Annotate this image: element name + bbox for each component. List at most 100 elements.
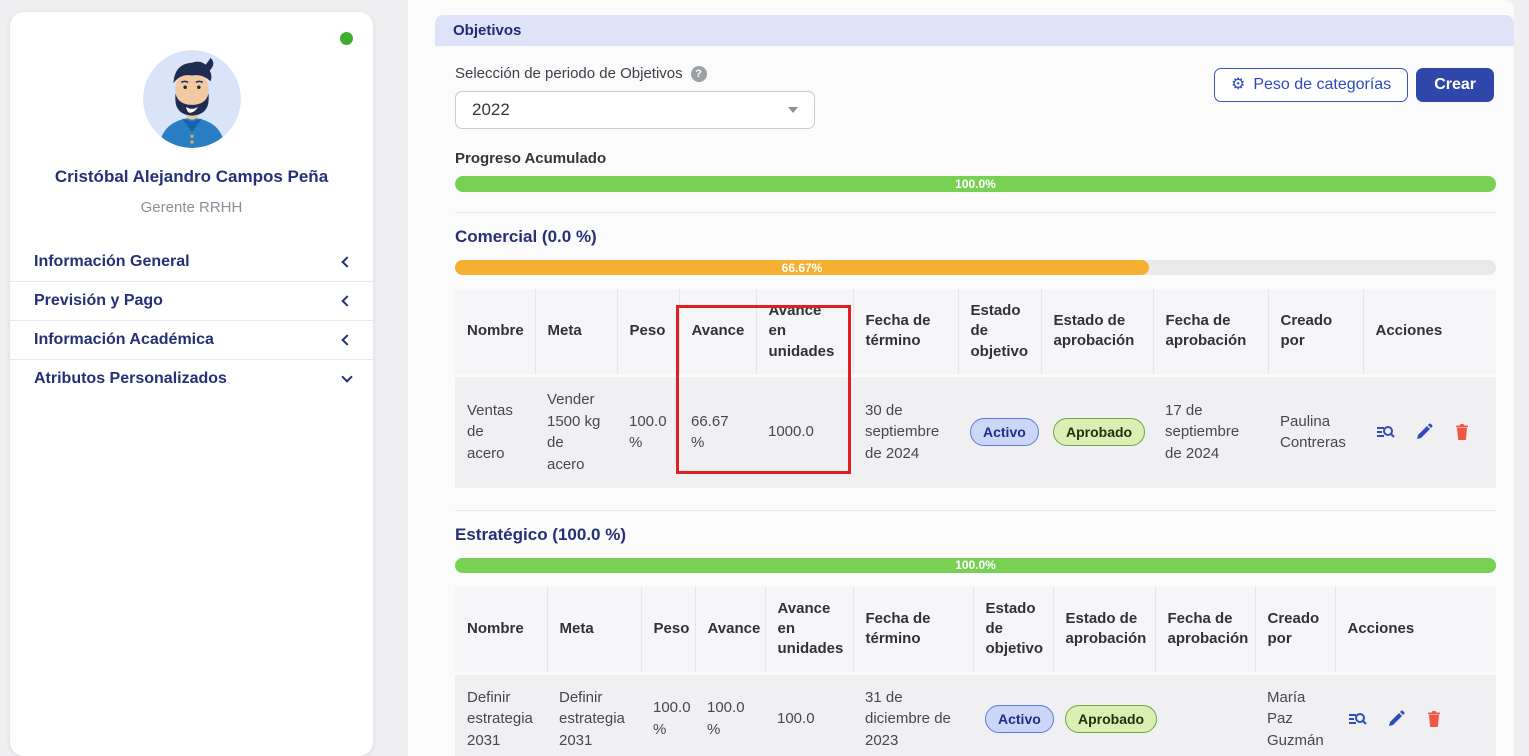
period-select[interactable]: 2022	[455, 91, 815, 129]
gear-icon: ⚙	[1231, 77, 1245, 93]
comercial-objectives-table: Nombre Meta Peso Avance Avance en unidad…	[455, 289, 1496, 488]
table-row: Definir estrategia 2031 Definir estrateg…	[455, 673, 1496, 756]
column-header: Avance en unidades	[756, 289, 853, 375]
column-header: Acciones	[1363, 289, 1496, 375]
cell-peso: 100.0 %	[641, 673, 695, 756]
column-header: Peso	[641, 587, 695, 673]
table-header-row: Nombre Meta Peso Avance Avance en unidad…	[455, 587, 1496, 673]
sidebar-item-label: Previsión y Pago	[34, 292, 163, 310]
sidebar-item-label: Información General	[34, 253, 190, 271]
section-title-comercial: Comercial (0.0 %)	[455, 227, 1496, 247]
create-button[interactable]: Crear	[1416, 68, 1494, 102]
column-header: Estado de objetivo	[958, 289, 1041, 375]
sidebar-item-atributos-personalizados[interactable]: Atributos Personalizados	[10, 359, 373, 398]
column-header: Estado de aprobación	[1041, 289, 1153, 375]
accumulated-progress-bar: 100.0%	[455, 176, 1496, 192]
cell-acciones	[1335, 673, 1496, 756]
period-select-value: 2022	[472, 100, 510, 120]
cell-estado-aprobacion: Aprobado	[1053, 673, 1155, 756]
chevron-left-icon	[341, 256, 352, 267]
chevron-left-icon	[341, 335, 352, 346]
accumulated-progress-fill: 100.0%	[455, 176, 1496, 192]
cell-creado-por: Paulina Contreras	[1268, 375, 1363, 488]
estrategico-objectives-table: Nombre Meta Peso Avance Avance en unidad…	[455, 587, 1496, 756]
cell-fecha-aprobacion: 17 de septiembre de 2024	[1153, 375, 1268, 488]
profile-sidebar: Cristóbal Alejandro Campos Peña Gerente …	[10, 12, 373, 756]
cell-estado-objetivo: Activo	[958, 375, 1041, 488]
column-header: Fecha de término	[853, 289, 958, 375]
cell-creado-por: María Paz Guzmán	[1255, 673, 1335, 756]
sidebar-item-prevision-y-pago[interactable]: Previsión y Pago	[10, 281, 373, 320]
column-header: Fecha de término	[853, 587, 973, 673]
sidebar-item-informacion-academica[interactable]: Información Académica	[10, 320, 373, 359]
column-header: Nombre	[455, 289, 535, 375]
avatar-illustration	[143, 50, 241, 148]
cell-peso: 100.0 %	[617, 375, 679, 488]
cell-estado-objetivo: Activo	[973, 673, 1053, 756]
category-weights-button[interactable]: ⚙ Peso de categorías	[1214, 68, 1408, 102]
column-header: Creado por	[1268, 289, 1363, 375]
column-header: Peso	[617, 289, 679, 375]
chevron-down-icon	[341, 372, 352, 383]
cell-nombre: Ventas de acero	[455, 375, 535, 488]
estrategico-progress-value: 100.0%	[955, 558, 996, 572]
view-details-icon[interactable]	[1375, 422, 1395, 442]
profile-role: Gerente RRHH	[10, 199, 373, 216]
accumulated-progress-label: Progreso Acumulado	[455, 150, 1496, 167]
column-header: Fecha de aprobación	[1155, 587, 1255, 673]
comercial-progress-fill: 66.67%	[455, 260, 1149, 275]
column-header: Estado de aprobación	[1053, 587, 1155, 673]
sidebar-item-label: Atributos Personalizados	[34, 370, 227, 388]
help-icon[interactable]: ?	[691, 66, 707, 82]
estrategico-progress-fill: 100.0%	[455, 558, 1496, 573]
section-title-estrategico: Estratégico (100.0 %)	[455, 525, 1496, 545]
cell-meta: Definir estrategia 2031	[547, 673, 641, 756]
chevron-left-icon	[341, 296, 352, 307]
cell-avance-unidades: 100.0	[765, 673, 853, 756]
approval-badge: Aprobado	[1053, 418, 1145, 446]
sidebar-item-label: Información Académica	[34, 331, 214, 349]
accumulated-progress-value: 100.0%	[955, 177, 996, 191]
cell-nombre: Definir estrategia 2031	[455, 673, 547, 756]
approval-badge: Aprobado	[1065, 705, 1157, 733]
cell-fecha-termino: 30 de septiembre de 2024	[853, 375, 958, 488]
edit-icon[interactable]	[1387, 710, 1405, 728]
toolbar: ⚙ Peso de categorías Crear	[1214, 68, 1494, 102]
comercial-progress-bar: 66.67%	[455, 260, 1496, 275]
cell-fecha-aprobacion	[1155, 673, 1255, 756]
period-select-label: Selección de periodo de Objetivos	[455, 65, 683, 82]
column-header: Avance en unidades	[765, 587, 853, 673]
panel-header: Objetivos	[435, 15, 1514, 46]
column-header: Acciones	[1335, 587, 1496, 673]
delete-icon[interactable]	[1425, 710, 1443, 728]
column-header: Meta	[547, 587, 641, 673]
edit-icon[interactable]	[1415, 423, 1433, 441]
estrategico-progress-bar: 100.0%	[455, 558, 1496, 573]
online-status-dot	[340, 32, 353, 45]
cell-avance: 66.67 %	[679, 375, 756, 488]
divider	[455, 212, 1496, 213]
objectives-panel: Objetivos ⚙ Peso de categorías Crear Sel…	[408, 0, 1514, 756]
sidebar-nav: Información General Previsión y Pago Inf…	[10, 242, 373, 398]
table-header-row: Nombre Meta Peso Avance Avance en unidad…	[455, 289, 1496, 375]
delete-icon[interactable]	[1453, 423, 1471, 441]
cell-estado-aprobacion: Aprobado	[1041, 375, 1153, 488]
column-header: Avance	[679, 289, 756, 375]
panel-content: Selección de periodo de Objetivos ? 2022…	[408, 46, 1514, 756]
cell-avance: 100.0 %	[695, 673, 765, 756]
panel-title: Objetivos	[453, 22, 521, 39]
column-header: Fecha de aprobación	[1153, 289, 1268, 375]
status-badge: Activo	[970, 418, 1039, 446]
profile-name: Cristóbal Alejandro Campos Peña	[10, 164, 373, 190]
divider	[455, 510, 1496, 511]
cell-meta: Vender 1500 kg de acero	[535, 375, 617, 488]
view-details-icon[interactable]	[1347, 709, 1367, 729]
caret-down-icon	[788, 107, 798, 113]
comercial-progress-value: 66.67%	[782, 261, 823, 275]
column-header: Creado por	[1255, 587, 1335, 673]
cell-fecha-termino: 31 de diciembre de 2023	[853, 673, 973, 756]
sidebar-item-informacion-general[interactable]: Información General	[10, 242, 373, 281]
category-weights-label: Peso de categorías	[1253, 76, 1391, 94]
cell-avance-unidades: 1000.0	[756, 375, 853, 488]
status-badge: Activo	[985, 705, 1054, 733]
